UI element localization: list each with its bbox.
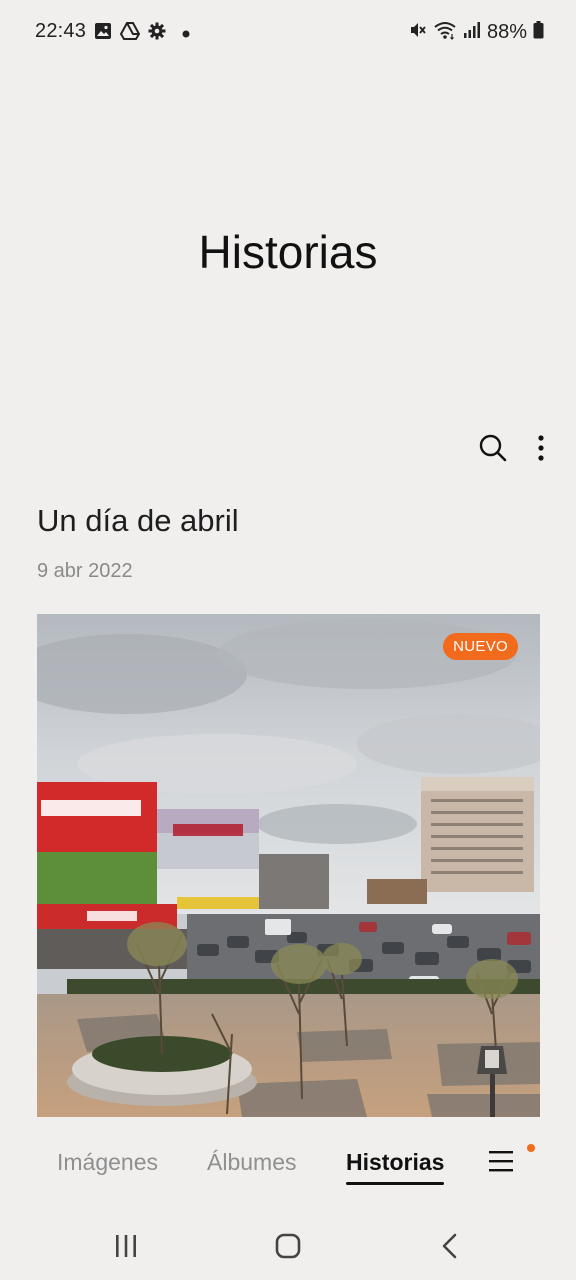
notification-dot: [527, 1144, 535, 1152]
new-badge: NUEVO: [443, 633, 518, 660]
tab-stories-label: Historias: [346, 1149, 445, 1175]
toolbar: [478, 433, 546, 468]
story-title[interactable]: Un día de abril: [37, 503, 239, 539]
battery-icon: [533, 21, 544, 44]
gear-icon: [148, 22, 166, 45]
image-icon: [94, 22, 112, 45]
page-title: Historias: [198, 226, 378, 278]
wifi-icon: [433, 20, 457, 45]
dot-icon: [182, 25, 190, 43]
recents-button[interactable]: [106, 1228, 146, 1264]
recents-icon: [106, 1235, 146, 1268]
status-right: 88%: [409, 20, 544, 45]
home-button[interactable]: [268, 1228, 308, 1264]
status-time: 22:43: [35, 20, 87, 42]
more-vert-icon[interactable]: [536, 433, 546, 468]
bottom-tab-bar: Imágenes Álbumes Historias: [0, 1135, 576, 1195]
drive-icon: [119, 22, 141, 45]
active-tab-indicator: [346, 1182, 445, 1185]
status-left-icons: [94, 22, 190, 45]
battery-percent: 88%: [486, 21, 527, 43]
back-icon: [430, 1233, 470, 1268]
story-date: 9 abr 2022: [37, 560, 133, 582]
tab-images[interactable]: Imágenes: [57, 1149, 158, 1176]
story-photo: [37, 614, 540, 1117]
system-nav-bar: [0, 1210, 576, 1280]
signal-icon: [463, 21, 481, 44]
hamburger-icon: [488, 1151, 514, 1177]
story-cover-image[interactable]: NUEVO: [37, 614, 540, 1117]
search-icon[interactable]: [478, 433, 508, 468]
tab-albums[interactable]: Álbumes: [207, 1149, 296, 1176]
status-bar: 22:43 88%: [0, 0, 576, 64]
tab-stories[interactable]: Historias: [346, 1149, 445, 1185]
back-button[interactable]: [430, 1228, 470, 1264]
menu-button[interactable]: [488, 1149, 520, 1177]
mute-icon: [409, 21, 427, 44]
home-icon: [268, 1233, 308, 1268]
